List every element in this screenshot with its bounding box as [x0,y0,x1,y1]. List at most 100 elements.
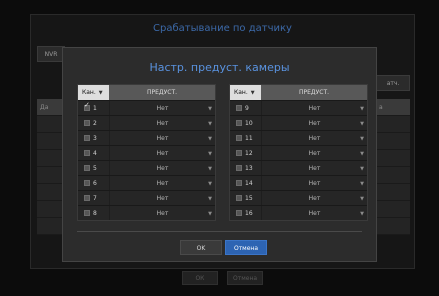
channel-checkbox[interactable] [84,150,90,156]
channel-number: 16 [245,209,253,217]
channel-checkbox[interactable] [236,150,242,156]
preset-value: Нет [156,179,169,187]
preset-select[interactable]: Нет ▼ [261,176,367,190]
preset-value: Нет [156,104,169,112]
preset-select[interactable]: Нет ▼ [109,131,215,145]
channel-cell: 7 [78,191,109,205]
preset-select[interactable]: Нет ▼ [261,206,367,220]
preset-select[interactable]: Нет ▼ [109,146,215,160]
table-row: 1 Нет ▼ [78,100,215,115]
preset-value: Нет [308,134,321,142]
preset-value: Нет [156,134,169,142]
channel-cell: 13 [230,161,261,175]
chevron-down-icon: ▼ [360,196,364,202]
preset-select[interactable]: Нет ▼ [109,206,215,220]
preset-column-header: ПРЕДУСТ. [109,85,215,100]
preset-select[interactable]: Нет ▼ [261,161,367,175]
ok-button[interactable]: OK [180,240,222,255]
background-button-bar: ОК Отмена [31,265,414,285]
preset-value: Нет [156,194,169,202]
channel-cell: 10 [230,116,261,130]
tab-nvr[interactable]: NVR [37,46,65,62]
channel-number: 8 [93,209,97,217]
channel-checkbox[interactable] [236,210,242,216]
background-cancel-button: Отмена [227,271,264,285]
preset-value: Нет [156,164,169,172]
channel-number: 3 [93,134,97,142]
channel-checkbox[interactable] [84,120,90,126]
preset-select[interactable]: Нет ▼ [261,146,367,160]
table-header: Кан. ▼ ПРЕДУСТ. [230,85,367,100]
channel-cell: 16 [230,206,261,220]
channel-cell: 2 [78,116,109,130]
channel-cell: 8 [78,206,109,220]
chevron-down-icon: ▼ [250,90,255,96]
preset-select[interactable]: Нет ▼ [261,116,367,130]
chevron-down-icon: ▼ [208,106,212,112]
preset-value: Нет [308,104,321,112]
table-header: Кан. ▼ ПРЕДУСТ. [78,85,215,100]
channel-checkbox[interactable] [236,195,242,201]
channel-checkbox[interactable] [84,101,90,111]
table-row: 10 Нет ▼ [230,115,367,130]
chevron-down-icon: ▼ [360,106,364,112]
channel-column-header[interactable]: Кан. ▼ [78,85,109,100]
table-row: 2 Нет ▼ [78,115,215,130]
channel-number: 13 [245,164,253,172]
background-row [37,167,63,184]
channel-number: 7 [93,194,97,202]
preset-select[interactable]: Нет ▼ [109,101,215,115]
chevron-down-icon: ▼ [208,121,212,127]
chevron-down-icon: ▼ [360,151,364,157]
table-row: 14 Нет ▼ [230,175,367,190]
cancel-button[interactable]: Отмена [225,240,267,255]
channel-cell: 12 [230,146,261,160]
channel-checkbox[interactable] [84,180,90,186]
preset-dialog: Настр. предуст. камеры Кан.▼ ПРЕДУСТ. 1Н… [62,47,377,262]
channel-checkbox[interactable] [84,210,90,216]
channel-table-left: Кан.▼ ПРЕДУСТ. 1Нет▼2Нет▼3Нет▼4Нет▼5Нет▼… [77,84,216,221]
channel-number: 11 [245,134,253,142]
channel-header-label: Кан. [82,89,96,96]
channel-checkbox[interactable] [236,180,242,186]
channel-cell: 5 [78,161,109,175]
preset-select[interactable]: Нет ▼ [261,101,367,115]
channel-column-header[interactable]: Кан. ▼ [230,85,261,100]
table-row: 8 Нет ▼ [78,205,215,220]
chevron-down-icon: ▼ [360,121,364,127]
preset-select[interactable]: Нет ▼ [261,191,367,205]
channel-cell: 9 [230,101,261,115]
preset-select[interactable]: Нет ▼ [109,161,215,175]
preset-column-header: ПРЕДУСТ. [261,85,367,100]
background-right-table: а [376,99,410,240]
preset-select[interactable]: Нет ▼ [109,176,215,190]
channel-checkbox[interactable] [84,135,90,141]
background-row [37,218,63,235]
preset-value: Нет [308,194,321,202]
channel-cell: 14 [230,176,261,190]
preset-select[interactable]: Нет ▼ [109,116,215,130]
channel-checkbox[interactable] [84,195,90,201]
channel-number: 10 [245,119,253,127]
table-row: 11 Нет ▼ [230,130,367,145]
background-ok-button: ОК [181,271,218,285]
background-title: Срабатывание по датчику [153,23,292,34]
channel-checkbox[interactable] [236,135,242,141]
chevron-down-icon: ▼ [360,136,364,142]
preset-select[interactable]: Нет ▼ [261,131,367,145]
background-left-table: Да [37,99,63,240]
channel-checkbox[interactable] [84,165,90,171]
chevron-down-icon: ▼ [208,166,212,172]
chevron-down-icon: ▼ [360,211,364,217]
channel-cell: 3 [78,131,109,145]
background-row [376,116,410,133]
dialog-title: Настр. предуст. камеры [149,61,290,74]
chevron-down-icon: ▼ [208,196,212,202]
background-right-button[interactable]: атч. [376,75,410,91]
preset-select[interactable]: Нет ▼ [109,191,215,205]
table-row: 12 Нет ▼ [230,145,367,160]
channel-checkbox[interactable] [236,165,242,171]
channel-checkbox[interactable] [236,120,242,126]
channel-checkbox[interactable] [236,105,242,111]
channel-number: 14 [245,179,253,187]
